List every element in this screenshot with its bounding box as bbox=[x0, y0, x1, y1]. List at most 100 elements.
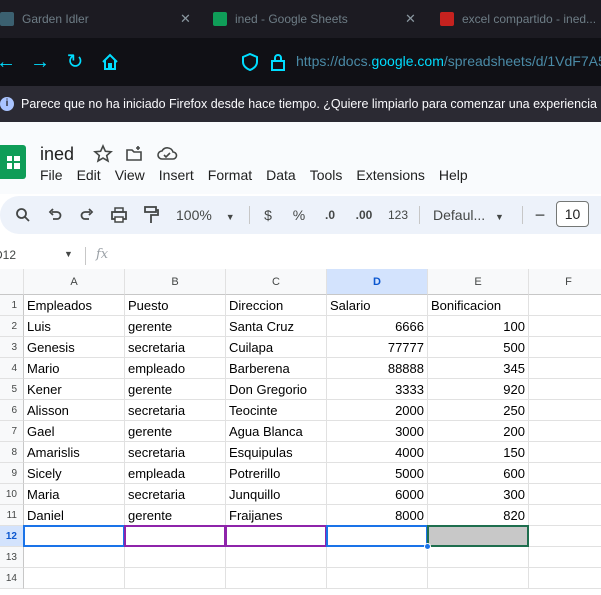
cell-f13[interactable] bbox=[529, 547, 601, 568]
row-header-7[interactable]: 7 bbox=[0, 421, 24, 442]
row-header-10[interactable]: 10 bbox=[0, 484, 24, 505]
move-to-folder-icon[interactable] bbox=[124, 144, 146, 166]
sheets-logo-icon[interactable] bbox=[0, 145, 26, 179]
cell-e10[interactable]: 300 bbox=[428, 484, 529, 505]
cell-b9[interactable]: empleada bbox=[125, 463, 226, 484]
cell-f11[interactable] bbox=[529, 505, 601, 526]
cell-e6[interactable]: 250 bbox=[428, 400, 529, 421]
cell-c1[interactable]: Direccion bbox=[226, 295, 327, 316]
cell-f10[interactable] bbox=[529, 484, 601, 505]
cell-d3[interactable]: 77777 bbox=[327, 337, 428, 358]
cell-e8[interactable]: 150 bbox=[428, 442, 529, 463]
column-header-e[interactable]: E bbox=[428, 269, 529, 295]
cell-f5[interactable] bbox=[529, 379, 601, 400]
cell-f4[interactable] bbox=[529, 358, 601, 379]
shield-icon[interactable] bbox=[238, 50, 262, 74]
column-header-c[interactable]: C bbox=[226, 269, 327, 295]
row-header-8[interactable]: 8 bbox=[0, 442, 24, 463]
row-header-12[interactable]: 12 bbox=[0, 526, 24, 547]
cell-f7[interactable] bbox=[529, 421, 601, 442]
cell-e11[interactable]: 820 bbox=[428, 505, 529, 526]
percent-format-button[interactable]: % bbox=[289, 204, 309, 226]
currency-format-button[interactable]: $ bbox=[258, 204, 278, 226]
cell-e7[interactable]: 200 bbox=[428, 421, 529, 442]
document-title[interactable]: ined bbox=[40, 144, 74, 165]
font-size-input[interactable]: 10 bbox=[556, 201, 589, 227]
increase-decimal-button[interactable]: .00 bbox=[351, 204, 377, 226]
cell-e9[interactable]: 600 bbox=[428, 463, 529, 484]
cell-b14[interactable] bbox=[125, 568, 226, 589]
cell-b5[interactable]: gerente bbox=[125, 379, 226, 400]
redo-icon[interactable] bbox=[76, 204, 98, 226]
cell-b2[interactable]: gerente bbox=[125, 316, 226, 337]
cell-c5[interactable]: Don Gregorio bbox=[226, 379, 327, 400]
cell-e2[interactable]: 100 bbox=[428, 316, 529, 337]
cell-a9[interactable]: Sicely bbox=[24, 463, 125, 484]
row-header-2[interactable]: 2 bbox=[0, 316, 24, 337]
cell-b11[interactable]: gerente bbox=[125, 505, 226, 526]
cell-a10[interactable]: Maria bbox=[24, 484, 125, 505]
row-header-14[interactable]: 14 bbox=[0, 568, 24, 589]
cell-e1[interactable]: Bonificacion bbox=[428, 295, 529, 316]
lock-icon[interactable] bbox=[266, 50, 290, 74]
formula-input[interactable] bbox=[120, 245, 601, 267]
cell-f8[interactable] bbox=[529, 442, 601, 463]
cell-c10[interactable]: Junquillo bbox=[226, 484, 327, 505]
font-select[interactable]: Defaul... ▼ bbox=[433, 204, 515, 226]
zoom-select[interactable]: 100% ▼ bbox=[176, 204, 240, 226]
column-header-f[interactable]: F bbox=[529, 269, 601, 295]
menu-view[interactable]: View bbox=[115, 167, 145, 187]
column-header-a[interactable]: A bbox=[24, 269, 125, 295]
cell-a8[interactable]: Amarislis bbox=[24, 442, 125, 463]
search-menus-icon[interactable] bbox=[12, 204, 34, 226]
cell-d4[interactable]: 88888 bbox=[327, 358, 428, 379]
column-header-b[interactable]: B bbox=[125, 269, 226, 295]
cell-b10[interactable]: secretaria bbox=[125, 484, 226, 505]
cell-a6[interactable]: Alisson bbox=[24, 400, 125, 421]
star-icon[interactable] bbox=[93, 144, 115, 166]
cell-d14[interactable] bbox=[327, 568, 428, 589]
browser-tab[interactable]: excel compartido - ined... bbox=[440, 4, 601, 34]
cell-a3[interactable]: Genesis bbox=[24, 337, 125, 358]
cell-c6[interactable]: Teocinte bbox=[226, 400, 327, 421]
url-bar[interactable]: https://docs.google.com/spreadsheets/d/1… bbox=[296, 53, 601, 69]
close-tab-icon[interactable]: ✕ bbox=[405, 11, 416, 27]
cell-f1[interactable] bbox=[529, 295, 601, 316]
cell-c7[interactable]: Agua Blanca bbox=[226, 421, 327, 442]
name-box[interactable]: D12 ▼ bbox=[0, 248, 73, 262]
row-header-11[interactable]: 11 bbox=[0, 505, 24, 526]
menu-help[interactable]: Help bbox=[439, 167, 468, 187]
cell-d11[interactable]: 8000 bbox=[327, 505, 428, 526]
cell-b13[interactable] bbox=[125, 547, 226, 568]
back-icon[interactable]: ← bbox=[0, 50, 18, 74]
row-header-4[interactable]: 4 bbox=[0, 358, 24, 379]
cell-c13[interactable] bbox=[226, 547, 327, 568]
menu-insert[interactable]: Insert bbox=[159, 167, 194, 187]
cell-d10[interactable]: 6000 bbox=[327, 484, 428, 505]
cell-f2[interactable] bbox=[529, 316, 601, 337]
cell-d6[interactable]: 2000 bbox=[327, 400, 428, 421]
cell-b8[interactable]: secretaria bbox=[125, 442, 226, 463]
cell-c8[interactable]: Esquipulas bbox=[226, 442, 327, 463]
cell-a14[interactable] bbox=[24, 568, 125, 589]
cell-d7[interactable]: 3000 bbox=[327, 421, 428, 442]
cell-a4[interactable]: Mario bbox=[24, 358, 125, 379]
forward-icon[interactable]: → bbox=[28, 50, 52, 74]
cell-f12[interactable] bbox=[529, 526, 601, 547]
cell-a5[interactable]: Kener bbox=[24, 379, 125, 400]
home-icon[interactable] bbox=[98, 50, 122, 74]
cell-c9[interactable]: Potrerillo bbox=[226, 463, 327, 484]
fill-handle[interactable] bbox=[424, 543, 431, 550]
cell-e4[interactable]: 345 bbox=[428, 358, 529, 379]
menu-tools[interactable]: Tools bbox=[310, 167, 343, 187]
row-header-6[interactable]: 6 bbox=[0, 400, 24, 421]
cell-d13[interactable] bbox=[327, 547, 428, 568]
cell-c11[interactable]: Fraijanes bbox=[226, 505, 327, 526]
browser-tab[interactable]: Garden Idler ✕ bbox=[0, 4, 200, 34]
cell-f9[interactable] bbox=[529, 463, 601, 484]
undo-icon[interactable] bbox=[44, 204, 66, 226]
cell-e3[interactable]: 500 bbox=[428, 337, 529, 358]
browser-tab-active[interactable]: ined - Google Sheets ✕ bbox=[213, 4, 428, 34]
row-header-9[interactable]: 9 bbox=[0, 463, 24, 484]
cell-a13[interactable] bbox=[24, 547, 125, 568]
